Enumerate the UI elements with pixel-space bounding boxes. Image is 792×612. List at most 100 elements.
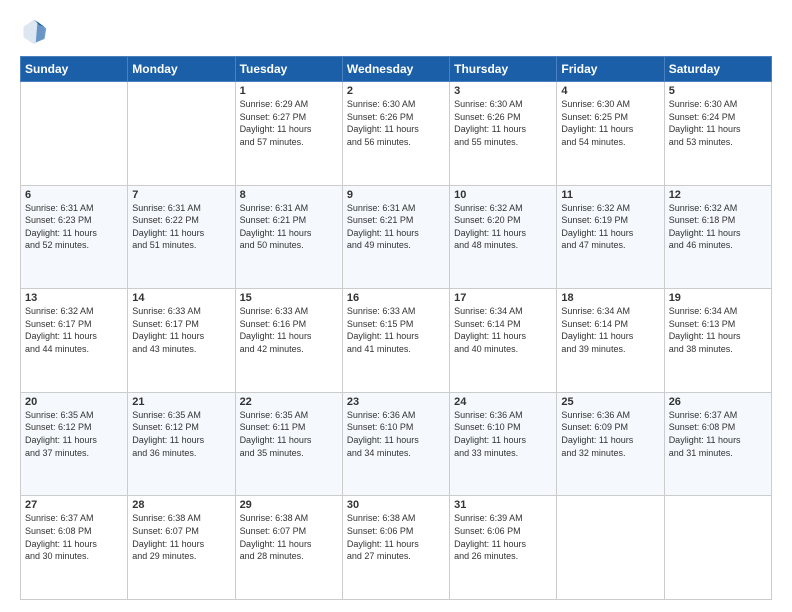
day-number: 9 [347, 189, 445, 201]
day-number: 8 [240, 189, 338, 201]
calendar-header-monday: Monday [128, 57, 235, 82]
calendar-cell: 9Sunrise: 6:31 AM Sunset: 6:21 PM Daylig… [342, 185, 449, 289]
day-number: 17 [454, 292, 552, 304]
calendar-cell: 31Sunrise: 6:39 AM Sunset: 6:06 PM Dayli… [450, 496, 557, 600]
day-number: 25 [561, 396, 659, 408]
day-number: 15 [240, 292, 338, 304]
calendar-cell: 1Sunrise: 6:29 AM Sunset: 6:27 PM Daylig… [235, 82, 342, 186]
day-number: 18 [561, 292, 659, 304]
calendar-cell: 18Sunrise: 6:34 AM Sunset: 6:14 PM Dayli… [557, 289, 664, 393]
calendar-cell: 2Sunrise: 6:30 AM Sunset: 6:26 PM Daylig… [342, 82, 449, 186]
day-number: 1 [240, 85, 338, 97]
day-info: Sunrise: 6:36 AM Sunset: 6:10 PM Dayligh… [347, 409, 445, 459]
day-info: Sunrise: 6:31 AM Sunset: 6:21 PM Dayligh… [240, 202, 338, 252]
calendar-cell: 17Sunrise: 6:34 AM Sunset: 6:14 PM Dayli… [450, 289, 557, 393]
day-number: 20 [25, 396, 123, 408]
day-info: Sunrise: 6:30 AM Sunset: 6:26 PM Dayligh… [347, 98, 445, 148]
calendar-cell [557, 496, 664, 600]
calendar-cell: 26Sunrise: 6:37 AM Sunset: 6:08 PM Dayli… [664, 392, 771, 496]
calendar-cell: 19Sunrise: 6:34 AM Sunset: 6:13 PM Dayli… [664, 289, 771, 393]
day-info: Sunrise: 6:38 AM Sunset: 6:07 PM Dayligh… [132, 512, 230, 562]
day-info: Sunrise: 6:35 AM Sunset: 6:12 PM Dayligh… [25, 409, 123, 459]
day-number: 23 [347, 396, 445, 408]
day-number: 28 [132, 499, 230, 511]
day-info: Sunrise: 6:38 AM Sunset: 6:07 PM Dayligh… [240, 512, 338, 562]
day-number: 24 [454, 396, 552, 408]
calendar-table: SundayMondayTuesdayWednesdayThursdayFrid… [20, 56, 772, 600]
day-info: Sunrise: 6:30 AM Sunset: 6:25 PM Dayligh… [561, 98, 659, 148]
calendar-cell: 29Sunrise: 6:38 AM Sunset: 6:07 PM Dayli… [235, 496, 342, 600]
day-info: Sunrise: 6:34 AM Sunset: 6:13 PM Dayligh… [669, 305, 767, 355]
day-info: Sunrise: 6:34 AM Sunset: 6:14 PM Dayligh… [561, 305, 659, 355]
day-info: Sunrise: 6:33 AM Sunset: 6:17 PM Dayligh… [132, 305, 230, 355]
calendar-cell: 25Sunrise: 6:36 AM Sunset: 6:09 PM Dayli… [557, 392, 664, 496]
calendar-cell: 12Sunrise: 6:32 AM Sunset: 6:18 PM Dayli… [664, 185, 771, 289]
calendar-cell: 30Sunrise: 6:38 AM Sunset: 6:06 PM Dayli… [342, 496, 449, 600]
calendar-cell: 8Sunrise: 6:31 AM Sunset: 6:21 PM Daylig… [235, 185, 342, 289]
day-info: Sunrise: 6:39 AM Sunset: 6:06 PM Dayligh… [454, 512, 552, 562]
day-number: 6 [25, 189, 123, 201]
calendar-week-row: 13Sunrise: 6:32 AM Sunset: 6:17 PM Dayli… [21, 289, 772, 393]
calendar-week-row: 6Sunrise: 6:31 AM Sunset: 6:23 PM Daylig… [21, 185, 772, 289]
calendar-cell: 7Sunrise: 6:31 AM Sunset: 6:22 PM Daylig… [128, 185, 235, 289]
day-info: Sunrise: 6:35 AM Sunset: 6:11 PM Dayligh… [240, 409, 338, 459]
day-info: Sunrise: 6:38 AM Sunset: 6:06 PM Dayligh… [347, 512, 445, 562]
day-number: 2 [347, 85, 445, 97]
day-number: 7 [132, 189, 230, 201]
day-number: 14 [132, 292, 230, 304]
day-number: 31 [454, 499, 552, 511]
calendar-header-tuesday: Tuesday [235, 57, 342, 82]
day-number: 5 [669, 85, 767, 97]
day-number: 10 [454, 189, 552, 201]
calendar-week-row: 1Sunrise: 6:29 AM Sunset: 6:27 PM Daylig… [21, 82, 772, 186]
day-number: 4 [561, 85, 659, 97]
calendar-header-wednesday: Wednesday [342, 57, 449, 82]
day-info: Sunrise: 6:32 AM Sunset: 6:19 PM Dayligh… [561, 202, 659, 252]
calendar-cell: 24Sunrise: 6:36 AM Sunset: 6:10 PM Dayli… [450, 392, 557, 496]
logo [20, 18, 52, 46]
day-number: 29 [240, 499, 338, 511]
day-info: Sunrise: 6:33 AM Sunset: 6:16 PM Dayligh… [240, 305, 338, 355]
header [20, 18, 772, 46]
day-info: Sunrise: 6:33 AM Sunset: 6:15 PM Dayligh… [347, 305, 445, 355]
day-info: Sunrise: 6:30 AM Sunset: 6:24 PM Dayligh… [669, 98, 767, 148]
day-number: 19 [669, 292, 767, 304]
calendar-cell: 10Sunrise: 6:32 AM Sunset: 6:20 PM Dayli… [450, 185, 557, 289]
calendar-cell: 14Sunrise: 6:33 AM Sunset: 6:17 PM Dayli… [128, 289, 235, 393]
day-info: Sunrise: 6:37 AM Sunset: 6:08 PM Dayligh… [25, 512, 123, 562]
calendar-header-friday: Friday [557, 57, 664, 82]
day-info: Sunrise: 6:37 AM Sunset: 6:08 PM Dayligh… [669, 409, 767, 459]
calendar-cell: 4Sunrise: 6:30 AM Sunset: 6:25 PM Daylig… [557, 82, 664, 186]
day-info: Sunrise: 6:31 AM Sunset: 6:21 PM Dayligh… [347, 202, 445, 252]
logo-icon [20, 18, 48, 46]
day-number: 21 [132, 396, 230, 408]
calendar-cell: 3Sunrise: 6:30 AM Sunset: 6:26 PM Daylig… [450, 82, 557, 186]
day-info: Sunrise: 6:35 AM Sunset: 6:12 PM Dayligh… [132, 409, 230, 459]
calendar-cell: 22Sunrise: 6:35 AM Sunset: 6:11 PM Dayli… [235, 392, 342, 496]
day-info: Sunrise: 6:32 AM Sunset: 6:18 PM Dayligh… [669, 202, 767, 252]
calendar-cell: 6Sunrise: 6:31 AM Sunset: 6:23 PM Daylig… [21, 185, 128, 289]
calendar-week-row: 27Sunrise: 6:37 AM Sunset: 6:08 PM Dayli… [21, 496, 772, 600]
day-info: Sunrise: 6:34 AM Sunset: 6:14 PM Dayligh… [454, 305, 552, 355]
day-number: 16 [347, 292, 445, 304]
day-number: 12 [669, 189, 767, 201]
calendar-header-row: SundayMondayTuesdayWednesdayThursdayFrid… [21, 57, 772, 82]
calendar-cell: 28Sunrise: 6:38 AM Sunset: 6:07 PM Dayli… [128, 496, 235, 600]
calendar-cell [128, 82, 235, 186]
day-number: 13 [25, 292, 123, 304]
day-info: Sunrise: 6:31 AM Sunset: 6:22 PM Dayligh… [132, 202, 230, 252]
calendar-cell [664, 496, 771, 600]
day-info: Sunrise: 6:30 AM Sunset: 6:26 PM Dayligh… [454, 98, 552, 148]
day-info: Sunrise: 6:32 AM Sunset: 6:17 PM Dayligh… [25, 305, 123, 355]
day-number: 3 [454, 85, 552, 97]
day-info: Sunrise: 6:32 AM Sunset: 6:20 PM Dayligh… [454, 202, 552, 252]
day-number: 11 [561, 189, 659, 201]
day-info: Sunrise: 6:29 AM Sunset: 6:27 PM Dayligh… [240, 98, 338, 148]
day-info: Sunrise: 6:31 AM Sunset: 6:23 PM Dayligh… [25, 202, 123, 252]
calendar-cell: 16Sunrise: 6:33 AM Sunset: 6:15 PM Dayli… [342, 289, 449, 393]
calendar-cell: 11Sunrise: 6:32 AM Sunset: 6:19 PM Dayli… [557, 185, 664, 289]
calendar-header-thursday: Thursday [450, 57, 557, 82]
day-number: 30 [347, 499, 445, 511]
day-number: 22 [240, 396, 338, 408]
calendar-cell: 21Sunrise: 6:35 AM Sunset: 6:12 PM Dayli… [128, 392, 235, 496]
